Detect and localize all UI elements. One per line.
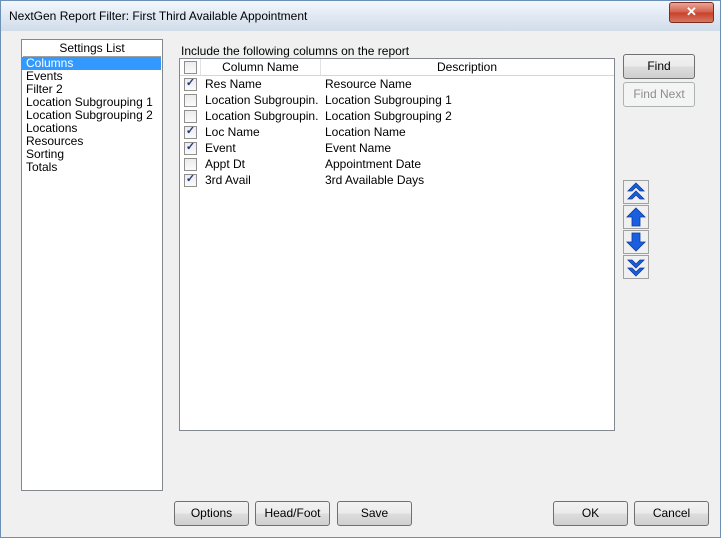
settings-items: Columns Events Filter 2 Location Subgrou… [22, 57, 162, 174]
find-button[interactable]: Find [623, 54, 695, 79]
save-button[interactable]: Save [337, 501, 412, 526]
column-name-cell: 3rd Avail [205, 173, 251, 187]
table-row[interactable]: ✓ Event Event Name [180, 140, 614, 156]
move-down-button[interactable] [623, 230, 649, 254]
include-checkbox[interactable]: ✓ [184, 125, 197, 139]
include-checkbox[interactable]: ✓ [184, 77, 197, 91]
settings-list[interactable]: Settings List Columns Events Filter 2 Lo… [21, 39, 163, 491]
table-row[interactable]: Appt Dt Appointment Date [180, 156, 614, 172]
double-up-arrow-icon [627, 182, 645, 200]
table-row[interactable]: ✓ Loc Name Location Name [180, 124, 614, 140]
move-to-bottom-button[interactable] [623, 255, 649, 279]
double-down-arrow-icon [627, 259, 645, 277]
checkmark-icon: ✓ [185, 141, 196, 153]
cancel-button[interactable]: Cancel [634, 501, 709, 526]
column-name-cell: Location Subgroupin... [205, 93, 319, 107]
description-cell: Location Subgrouping 1 [325, 93, 452, 107]
column-name-cell: Location Subgroupin... [205, 109, 319, 123]
description-cell: Location Name [325, 125, 406, 139]
description-cell: Event Name [325, 141, 392, 155]
checkmark-icon: ✓ [185, 173, 196, 185]
title-bar[interactable]: NextGen Report Filter: First Third Avail… [1, 1, 720, 31]
include-checkbox[interactable] [184, 94, 197, 107]
column-name-cell: Appt Dt [205, 157, 246, 171]
close-button[interactable]: ✕ [669, 2, 714, 23]
description-cell: Resource Name [325, 77, 412, 91]
table-row[interactable]: Location Subgroupin... Location Subgroupi… [180, 108, 614, 124]
checkmark-icon: ✓ [185, 125, 196, 137]
move-up-button[interactable] [623, 205, 649, 229]
down-arrow-icon [626, 232, 646, 252]
dialog-body: Settings List Columns Events Filter 2 Lo… [8, 31, 713, 531]
column-name-cell: Event [205, 141, 236, 155]
move-to-top-button[interactable] [623, 180, 649, 204]
description-cell: Location Subgrouping 2 [325, 109, 452, 123]
table-row[interactable]: ✓ Res Name Resource Name [180, 76, 614, 92]
include-checkbox[interactable]: ✓ [184, 173, 197, 187]
window-title: NextGen Report Filter: First Third Avail… [9, 9, 308, 23]
grid-header: Column Name Description [180, 59, 614, 76]
settings-list-header: Settings List [23, 41, 161, 57]
include-checkbox[interactable] [184, 110, 197, 123]
include-checkbox[interactable] [184, 158, 197, 171]
head-foot-button[interactable]: Head/Foot [255, 501, 330, 526]
description-cell: 3rd Available Days [325, 173, 425, 187]
description-cell: Appointment Date [325, 157, 422, 171]
find-next-button[interactable]: Find Next [623, 82, 695, 107]
report-filter-dialog: NextGen Report Filter: First Third Avail… [0, 0, 721, 538]
up-arrow-icon [626, 207, 646, 227]
column-name-cell: Loc Name [205, 125, 260, 139]
options-button[interactable]: Options [174, 501, 249, 526]
table-row[interactable]: ✓ 3rd Avail 3rd Available Days [180, 172, 614, 188]
column-name-header[interactable]: Column Name [201, 59, 320, 75]
ok-button[interactable]: OK [553, 501, 628, 526]
select-all-checkbox[interactable] [184, 61, 197, 74]
checkmark-icon: ✓ [185, 77, 196, 89]
include-checkbox[interactable]: ✓ [184, 141, 197, 155]
settings-item-totals[interactable]: Totals [22, 161, 162, 174]
description-header[interactable]: Description [321, 59, 613, 75]
column-name-cell: Res Name [205, 77, 262, 91]
columns-grid[interactable]: Column Name Description ✓ Res Name Resourc… [179, 58, 615, 431]
columns-instruction: Include the following columns on the rep… [181, 44, 410, 58]
table-row[interactable]: Location Subgroupin... Location Subgroupi… [180, 92, 614, 108]
